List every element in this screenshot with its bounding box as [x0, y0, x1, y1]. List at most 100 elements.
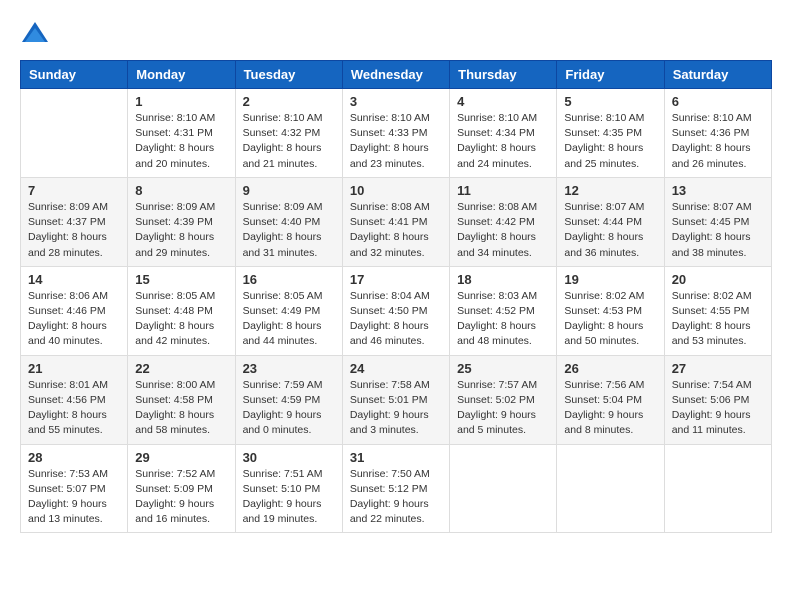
- calendar-week-row: 14 Sunrise: 8:06 AMSunset: 4:46 PMDayligh…: [21, 266, 772, 355]
- day-number: 27: [672, 361, 764, 376]
- calendar-week-row: 7 Sunrise: 8:09 AMSunset: 4:37 PMDaylight…: [21, 177, 772, 266]
- day-info: Sunrise: 8:06 AMSunset: 4:46 PMDaylight:…: [28, 289, 120, 350]
- logo-icon: [20, 20, 50, 50]
- calendar-day-cell: 15 Sunrise: 8:05 AMSunset: 4:48 PMDayligh…: [128, 266, 235, 355]
- page-header: [20, 20, 772, 50]
- day-info: Sunrise: 7:56 AMSunset: 5:04 PMDaylight:…: [564, 378, 656, 439]
- day-number: 8: [135, 183, 227, 198]
- day-info: Sunrise: 8:10 AMSunset: 4:31 PMDaylight:…: [135, 111, 227, 172]
- calendar-day-cell: 5 Sunrise: 8:10 AMSunset: 4:35 PMDaylight…: [557, 89, 664, 178]
- day-info: Sunrise: 7:52 AMSunset: 5:09 PMDaylight:…: [135, 467, 227, 528]
- calendar-day-cell: 1 Sunrise: 8:10 AMSunset: 4:31 PMDaylight…: [128, 89, 235, 178]
- calendar-day-cell: 3 Sunrise: 8:10 AMSunset: 4:33 PMDaylight…: [342, 89, 449, 178]
- day-number: 4: [457, 94, 549, 109]
- day-number: 29: [135, 450, 227, 465]
- day-number: 23: [243, 361, 335, 376]
- day-info: Sunrise: 7:58 AMSunset: 5:01 PMDaylight:…: [350, 378, 442, 439]
- calendar-day-cell: 23 Sunrise: 7:59 AMSunset: 4:59 PMDayligh…: [235, 355, 342, 444]
- calendar-day-cell: 25Sunrise: 7:57 AMSunset: 5:02 PMDayligh…: [450, 355, 557, 444]
- day-number: 7: [28, 183, 120, 198]
- calendar-day-cell: 8 Sunrise: 8:09 AMSunset: 4:39 PMDaylight…: [128, 177, 235, 266]
- calendar-day-cell: 30 Sunrise: 7:51 AMSunset: 5:10 PMDayligh…: [235, 444, 342, 533]
- calendar-day-cell: 19Sunrise: 8:02 AMSunset: 4:53 PMDayligh…: [557, 266, 664, 355]
- day-header: Thursday: [450, 61, 557, 89]
- calendar-day-cell: 26Sunrise: 7:56 AMSunset: 5:04 PMDayligh…: [557, 355, 664, 444]
- day-number: 18: [457, 272, 549, 287]
- calendar-day-cell: 20Sunrise: 8:02 AMSunset: 4:55 PMDayligh…: [664, 266, 771, 355]
- day-info: Sunrise: 8:01 AMSunset: 4:56 PMDaylight:…: [28, 378, 120, 439]
- day-info: Sunrise: 8:08 AMSunset: 4:41 PMDaylight:…: [350, 200, 442, 261]
- day-number: 15: [135, 272, 227, 287]
- calendar-day-cell: [21, 89, 128, 178]
- day-number: 20: [672, 272, 764, 287]
- calendar-table: SundayMondayTuesdayWednesdayThursdayFrid…: [20, 60, 772, 533]
- calendar-header-row: SundayMondayTuesdayWednesdayThursdayFrid…: [21, 61, 772, 89]
- day-info: Sunrise: 8:05 AMSunset: 4:49 PMDaylight:…: [243, 289, 335, 350]
- day-number: 30: [243, 450, 335, 465]
- day-number: 10: [350, 183, 442, 198]
- day-number: 22: [135, 361, 227, 376]
- day-number: 24: [350, 361, 442, 376]
- day-info: Sunrise: 8:09 AMSunset: 4:40 PMDaylight:…: [243, 200, 335, 261]
- calendar-day-cell: 4 Sunrise: 8:10 AMSunset: 4:34 PMDaylight…: [450, 89, 557, 178]
- day-number: 14: [28, 272, 120, 287]
- calendar-day-cell: 2 Sunrise: 8:10 AMSunset: 4:32 PMDaylight…: [235, 89, 342, 178]
- calendar-week-row: 28 Sunrise: 7:53 AMSunset: 5:07 PMDayligh…: [21, 444, 772, 533]
- day-info: Sunrise: 8:09 AMSunset: 4:39 PMDaylight:…: [135, 200, 227, 261]
- calendar-day-cell: 14 Sunrise: 8:06 AMSunset: 4:46 PMDayligh…: [21, 266, 128, 355]
- day-header: Monday: [128, 61, 235, 89]
- calendar-day-cell: 22 Sunrise: 8:00 AMSunset: 4:58 PMDayligh…: [128, 355, 235, 444]
- day-info: Sunrise: 8:00 AMSunset: 4:58 PMDaylight:…: [135, 378, 227, 439]
- day-info: Sunrise: 8:07 AMSunset: 4:45 PMDaylight:…: [672, 200, 764, 261]
- day-header: Wednesday: [342, 61, 449, 89]
- day-number: 12: [564, 183, 656, 198]
- calendar-day-cell: 16 Sunrise: 8:05 AMSunset: 4:49 PMDayligh…: [235, 266, 342, 355]
- day-info: Sunrise: 8:10 AMSunset: 4:33 PMDaylight:…: [350, 111, 442, 172]
- day-number: 5: [564, 94, 656, 109]
- calendar-day-cell: 6 Sunrise: 8:10 AMSunset: 4:36 PMDaylight…: [664, 89, 771, 178]
- calendar-week-row: 21Sunrise: 8:01 AMSunset: 4:56 PMDayligh…: [21, 355, 772, 444]
- calendar-day-cell: 18 Sunrise: 8:03 AMSunset: 4:52 PMDayligh…: [450, 266, 557, 355]
- day-info: Sunrise: 8:04 AMSunset: 4:50 PMDaylight:…: [350, 289, 442, 350]
- day-number: 1: [135, 94, 227, 109]
- day-info: Sunrise: 8:08 AMSunset: 4:42 PMDaylight:…: [457, 200, 549, 261]
- calendar-day-cell: 29 Sunrise: 7:52 AMSunset: 5:09 PMDayligh…: [128, 444, 235, 533]
- calendar-day-cell: 11 Sunrise: 8:08 AMSunset: 4:42 PMDayligh…: [450, 177, 557, 266]
- calendar-day-cell: 21Sunrise: 8:01 AMSunset: 4:56 PMDayligh…: [21, 355, 128, 444]
- day-info: Sunrise: 7:54 AMSunset: 5:06 PMDaylight:…: [672, 378, 764, 439]
- day-info: Sunrise: 7:57 AMSunset: 5:02 PMDaylight:…: [457, 378, 549, 439]
- calendar-day-cell: 24 Sunrise: 7:58 AMSunset: 5:01 PMDayligh…: [342, 355, 449, 444]
- day-info: Sunrise: 8:09 AMSunset: 4:37 PMDaylight:…: [28, 200, 120, 261]
- day-header: Tuesday: [235, 61, 342, 89]
- day-header: Saturday: [664, 61, 771, 89]
- day-number: 2: [243, 94, 335, 109]
- day-header: Sunday: [21, 61, 128, 89]
- calendar-day-cell: 13 Sunrise: 8:07 AMSunset: 4:45 PMDayligh…: [664, 177, 771, 266]
- day-header: Friday: [557, 61, 664, 89]
- day-info: Sunrise: 7:59 AMSunset: 4:59 PMDaylight:…: [243, 378, 335, 439]
- day-number: 3: [350, 94, 442, 109]
- calendar-day-cell: 9 Sunrise: 8:09 AMSunset: 4:40 PMDaylight…: [235, 177, 342, 266]
- day-info: Sunrise: 8:10 AMSunset: 4:32 PMDaylight:…: [243, 111, 335, 172]
- day-number: 11: [457, 183, 549, 198]
- day-number: 19: [564, 272, 656, 287]
- day-info: Sunrise: 7:50 AMSunset: 5:12 PMDaylight:…: [350, 467, 442, 528]
- calendar-day-cell: 7 Sunrise: 8:09 AMSunset: 4:37 PMDaylight…: [21, 177, 128, 266]
- day-info: Sunrise: 8:10 AMSunset: 4:36 PMDaylight:…: [672, 111, 764, 172]
- day-info: Sunrise: 8:10 AMSunset: 4:35 PMDaylight:…: [564, 111, 656, 172]
- day-info: Sunrise: 8:05 AMSunset: 4:48 PMDaylight:…: [135, 289, 227, 350]
- calendar-day-cell: 10 Sunrise: 8:08 AMSunset: 4:41 PMDayligh…: [342, 177, 449, 266]
- day-info: Sunrise: 7:53 AMSunset: 5:07 PMDaylight:…: [28, 467, 120, 528]
- day-info: Sunrise: 8:03 AMSunset: 4:52 PMDaylight:…: [457, 289, 549, 350]
- day-number: 6: [672, 94, 764, 109]
- day-info: Sunrise: 8:10 AMSunset: 4:34 PMDaylight:…: [457, 111, 549, 172]
- day-number: 28: [28, 450, 120, 465]
- day-number: 17: [350, 272, 442, 287]
- calendar-week-row: 1 Sunrise: 8:10 AMSunset: 4:31 PMDaylight…: [21, 89, 772, 178]
- calendar-day-cell: 12Sunrise: 8:07 AMSunset: 4:44 PMDayligh…: [557, 177, 664, 266]
- day-number: 16: [243, 272, 335, 287]
- calendar-day-cell: [557, 444, 664, 533]
- day-number: 9: [243, 183, 335, 198]
- day-info: Sunrise: 7:51 AMSunset: 5:10 PMDaylight:…: [243, 467, 335, 528]
- day-number: 13: [672, 183, 764, 198]
